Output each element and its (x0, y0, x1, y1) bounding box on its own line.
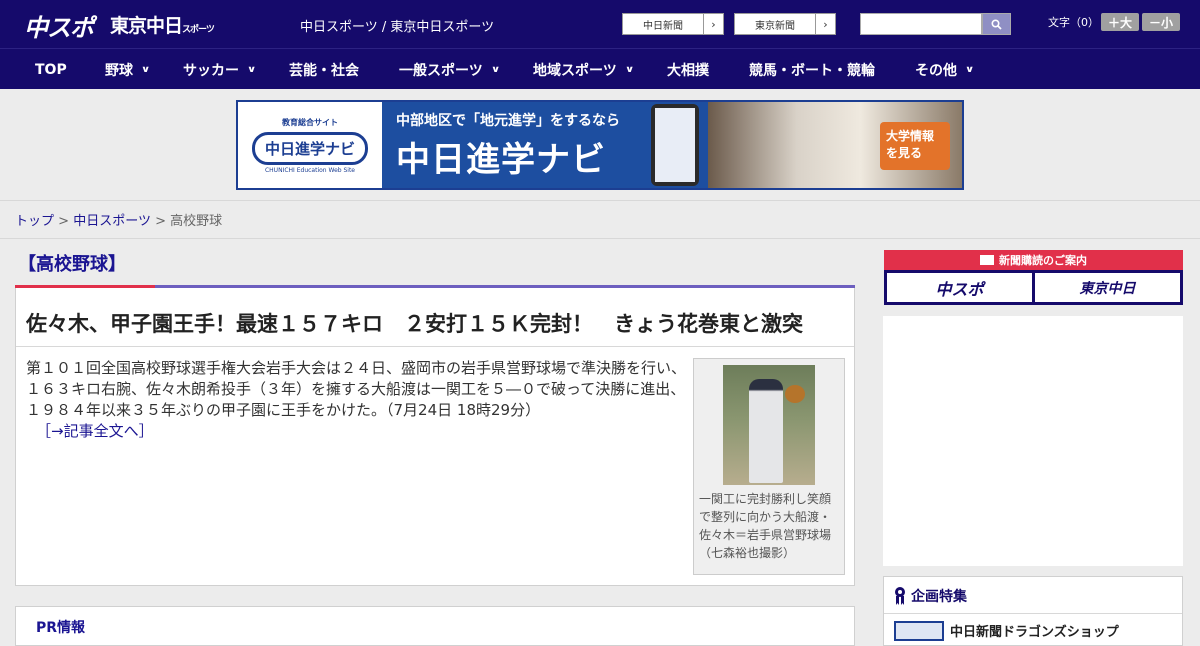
search-input[interactable] (860, 13, 982, 35)
subscription-box: 新聞購読のご案内 中スポ 東京中日 (884, 250, 1183, 305)
newspaper-icon (980, 255, 994, 265)
font-bigger-button[interactable]: ＋大 (1101, 13, 1139, 31)
subscribe-chusupo-button[interactable]: 中スポ (887, 273, 1032, 302)
feature-thumbnail[interactable] (894, 621, 944, 641)
breadcrumb-top[interactable]: トップ (15, 214, 54, 229)
nav-item-label: 芸能・社会 (289, 62, 359, 79)
banner-main: 中部地区で「地元進学」をするなら 中日進学ナビ (382, 102, 642, 188)
chevron-down-icon: ∨ (246, 64, 257, 75)
feature-item-link[interactable]: 中日新聞ドラゴンズショップ (950, 621, 1119, 640)
tokyo-chunichi-logo-text: 東京中日 (110, 15, 183, 37)
article-photo[interactable] (723, 365, 815, 485)
nav-item-label: 一般スポーツ (399, 62, 483, 79)
chevron-down-icon: ∨ (140, 64, 151, 75)
chunichi-shimbun-label: 中日新聞 (643, 20, 683, 32)
nav-item-soccer[interactable]: サッカー ∨ (183, 49, 257, 90)
read-more-link[interactable]: ［→記事全文へ］ (36, 422, 154, 440)
tokyo-chunichi-logo[interactable]: 東京中日スポーツ (110, 11, 215, 38)
breadcrumb-separator: > (155, 214, 166, 229)
nav-item-label: その他 (915, 62, 957, 79)
divider (884, 613, 1182, 614)
tokyo-chunichi-logo-sub: スポーツ (182, 25, 215, 35)
ribbon-icon (895, 587, 905, 605)
chunichi-shimbun-link[interactable]: 中日新聞 › (622, 13, 724, 35)
divider (0, 200, 1200, 201)
nav-item-top[interactable]: TOP (35, 49, 67, 90)
nav-item-label: サッカー (183, 62, 239, 79)
font-size-label: 文字（0） (1048, 16, 1099, 29)
tokyo-shimbun-label: 東京新聞 (755, 20, 795, 32)
nav-item-general-sports[interactable]: 一般スポーツ ∨ (399, 49, 501, 90)
breadcrumb-current: 高校野球 (170, 214, 223, 229)
nav-item-entertainment[interactable]: 芸能・社会 (289, 49, 359, 90)
article-photo-box: 一関工に完封勝利し笑顔で整列に向かう大船渡・佐々木＝岩手県営野球場（七森裕也撮影… (693, 358, 845, 575)
search-icon (991, 18, 1002, 30)
breadcrumb-separator: > (58, 214, 70, 229)
article-card: 佐々木、甲子園王手！最速１５７キロ ２安打１５Ｋ完封！ きょう花巻東と激突 第１… (15, 288, 855, 586)
banner-logo-small: 教育総合サイト (282, 117, 338, 127)
chusupo-logo[interactable]: 中スポ (24, 8, 94, 43)
chevron-right-icon: › (815, 14, 835, 34)
article-summary: 第１０１回全国高校野球選手権大会岩手大会は２４日、盛岡市の岩手県営野球場で準決勝… (26, 358, 686, 442)
shingaku-navi-banner[interactable]: 教育総合サイト 中日進学ナビ CHUNICHI Education Web Si… (236, 100, 964, 190)
ad-slot (883, 316, 1183, 566)
feature-box: 企画特集 中日新聞ドラゴンズショップ (883, 576, 1183, 646)
subscription-head: 新聞購読のご案内 (884, 250, 1183, 270)
breadcrumb-chuspo[interactable]: 中日スポーツ (73, 214, 151, 229)
banner-line1: 中部地区で「地元進学」をするなら (396, 112, 620, 129)
phone-illustration (642, 102, 708, 188)
nav-item-baseball[interactable]: 野球 ∨ (105, 49, 151, 90)
nav-item-sumo[interactable]: 大相撲 (667, 49, 709, 90)
nav-item-label: 大相撲 (667, 62, 709, 79)
tokyo-shimbun-link[interactable]: 東京新聞 › (734, 13, 836, 35)
nav-item-label: 地域スポーツ (533, 62, 617, 79)
nav-item-local-sports[interactable]: 地域スポーツ ∨ (533, 49, 635, 90)
divider (0, 238, 1200, 239)
chevron-down-icon: ∨ (490, 64, 501, 75)
article-headline[interactable]: 佐々木、甲子園王手！最速１５７キロ ２安打１５Ｋ完封！ きょう花巻東と激突 (26, 308, 803, 338)
banner-cta: 大学情報を見る (880, 122, 950, 170)
subscribe-tokyo-button[interactable]: 東京中日 (1035, 273, 1180, 302)
banner-logo-en: CHUNICHI Education Web Site (264, 166, 355, 174)
nav-item-racing[interactable]: 競馬・ボート・競輪 (749, 49, 875, 90)
photo-caption: 一関工に完封勝利し笑顔で整列に向かう大船渡・佐々木＝岩手県営野球場（七森裕也撮影… (699, 492, 832, 560)
site-header: 中スポ 東京中日スポーツ 中日スポーツ / 東京中日スポーツ 中日新聞 › 東京… (0, 0, 1200, 48)
nav-item-label: 競馬・ボート・競輪 (749, 62, 875, 79)
banner-logo-big: 中日進学ナビ (251, 131, 368, 165)
main-nav: TOP 野球 ∨ サッカー ∨ 芸能・社会 一般スポーツ ∨ 地域スポーツ ∨ 大相撲 … (0, 48, 1200, 89)
breadcrumb: トップ > 中日スポーツ > 高校野球 (15, 210, 222, 229)
chevron-right-icon: › (703, 14, 723, 34)
chevron-down-icon: ∨ (964, 64, 975, 75)
nav-item-other[interactable]: その他 ∨ (915, 49, 975, 90)
feature-head: 企画特集 (894, 586, 967, 606)
divider (16, 346, 854, 347)
nav-item-label: 野球 (105, 62, 133, 79)
pr-title: PR情報 (36, 620, 86, 636)
banner-line2: 中日進学ナビ (396, 139, 606, 180)
font-smaller-button[interactable]: －小 (1142, 13, 1180, 31)
feature-title: 企画特集 (911, 589, 967, 605)
pr-section: PR情報 (15, 606, 855, 646)
article-body: 第１０１回全国高校野球選手権大会岩手大会は２４日、盛岡市の岩手県営野球場で準決勝… (26, 359, 687, 419)
nav-item-label: TOP (35, 61, 67, 78)
chevron-down-icon: ∨ (624, 64, 635, 75)
banner-photo: 大学情報を見る (708, 102, 962, 188)
subscription-label: 新聞購読のご案内 (999, 254, 1087, 267)
category-heading: 【高校野球】 (18, 254, 126, 275)
search-button[interactable] (982, 13, 1011, 35)
site-tagline[interactable]: 中日スポーツ / 東京中日スポーツ (300, 16, 494, 35)
banner-logo: 教育総合サイト 中日進学ナビ CHUNICHI Education Web Si… (238, 102, 382, 188)
